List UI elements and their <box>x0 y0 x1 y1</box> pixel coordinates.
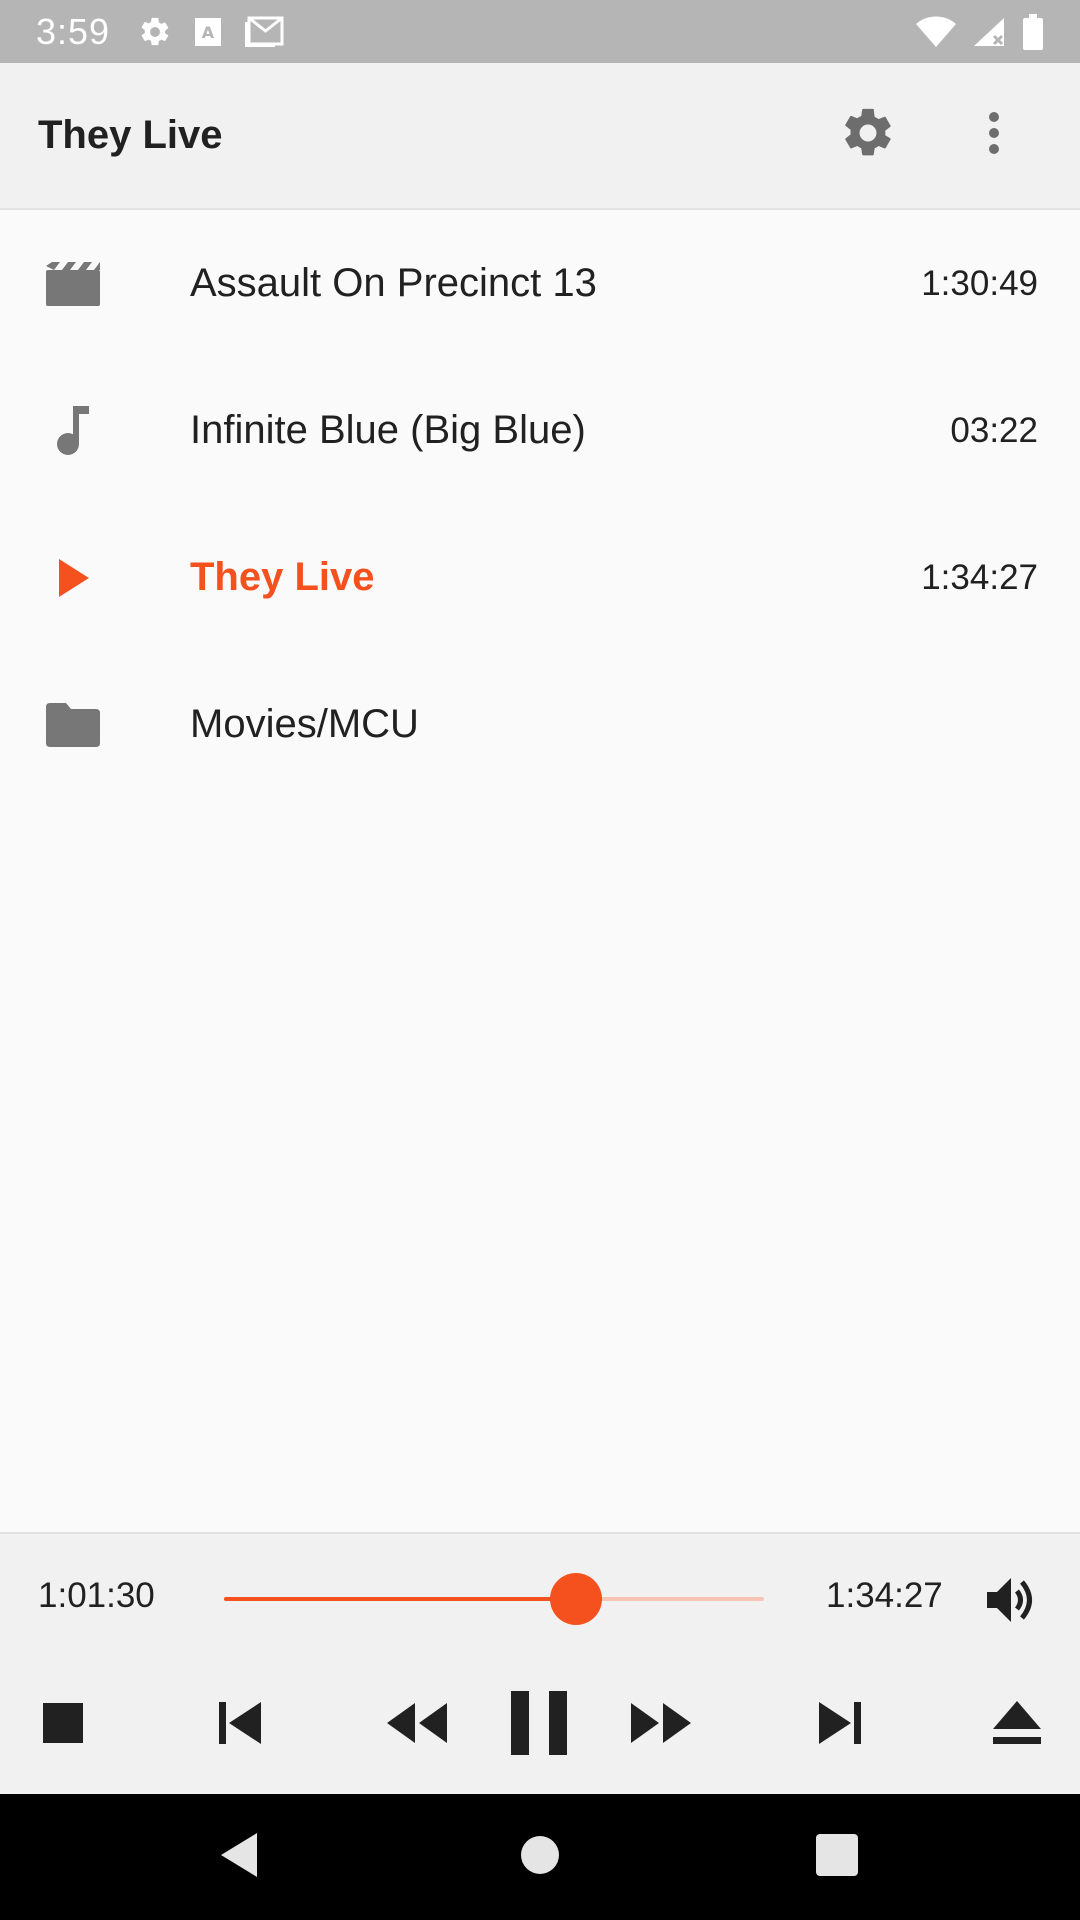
playlist: Assault On Precinct 13 1:30:49 Infinite … <box>0 210 1080 798</box>
skip-next-icon <box>817 1701 861 1749</box>
pause-icon <box>511 1690 567 1760</box>
signal-icon <box>972 16 1006 48</box>
skip-previous-button[interactable] <box>196 1680 286 1770</box>
back-icon <box>217 1831 261 1884</box>
recents-button[interactable] <box>804 1824 870 1890</box>
seek-bar[interactable] <box>224 1573 764 1625</box>
seek-thumb[interactable] <box>549 1573 602 1625</box>
status-time: 3:59 <box>36 10 111 52</box>
settings-icon <box>839 104 897 167</box>
more-vert-icon <box>987 111 1001 160</box>
list-item-duration: 1:30:49 <box>921 263 1038 303</box>
recents-icon <box>816 1833 858 1881</box>
home-button[interactable] <box>507 1824 573 1890</box>
volume-icon <box>987 1576 1037 1629</box>
movie-icon <box>42 253 104 315</box>
fast-forward-icon <box>631 1702 691 1748</box>
play-icon <box>42 547 104 609</box>
seek-progress <box>224 1597 576 1601</box>
eject-button[interactable] <box>972 1680 1062 1770</box>
settings-button[interactable] <box>820 88 916 184</box>
list-item-duration: 03:22 <box>950 410 1038 450</box>
list-item[interactable]: Assault On Precinct 13 1:30:49 <box>0 210 1080 357</box>
rewind-icon <box>387 1702 447 1748</box>
music-note-icon <box>42 400 104 462</box>
folder-icon <box>42 694 104 756</box>
status-bar: 3:59 A <box>0 0 1080 63</box>
eject-icon <box>993 1700 1041 1750</box>
list-item-label: Assault On Precinct 13 <box>190 261 597 305</box>
fast-forward-button[interactable] <box>616 1680 706 1770</box>
pause-button[interactable] <box>494 1680 584 1770</box>
stop-button[interactable] <box>18 1680 108 1770</box>
battery-icon <box>1022 13 1044 50</box>
navigation-bar <box>0 1794 1080 1920</box>
current-time: 1:01:30 <box>38 1576 155 1615</box>
skip-next-button[interactable] <box>794 1680 884 1770</box>
seek-row: 1:01:30 1:34:27 <box>0 1534 1080 1662</box>
volume-button[interactable] <box>982 1572 1042 1632</box>
home-icon <box>520 1835 560 1880</box>
total-time: 1:34:27 <box>826 1576 943 1615</box>
wifi-icon <box>916 16 956 48</box>
svg-text:A: A <box>202 23 215 42</box>
list-item[interactable]: They Live 1:34:27 <box>0 504 1080 651</box>
font-icon: A <box>194 17 222 47</box>
list-item-label: They Live <box>190 555 375 599</box>
stop-icon <box>43 1702 83 1748</box>
list-item-label: Infinite Blue (Big Blue) <box>190 408 586 452</box>
settings-icon <box>138 15 172 49</box>
app-bar: They Live <box>0 63 1080 210</box>
list-item[interactable]: Infinite Blue (Big Blue) 03:22 <box>0 357 1080 504</box>
controls-row <box>0 1662 1080 1796</box>
page-title: They Live <box>38 113 223 157</box>
back-button[interactable] <box>206 1824 272 1890</box>
skip-previous-icon <box>219 1701 263 1749</box>
gmail-icon <box>244 16 284 48</box>
more-options-button[interactable] <box>946 88 1042 184</box>
list-item-label: Movies/MCU <box>190 702 419 746</box>
player-panel: 1:01:30 1:34:27 <box>0 1532 1080 1794</box>
list-item-duration: 1:34:27 <box>921 557 1038 597</box>
rewind-button[interactable] <box>372 1680 462 1770</box>
list-item[interactable]: Movies/MCU <box>0 651 1080 798</box>
